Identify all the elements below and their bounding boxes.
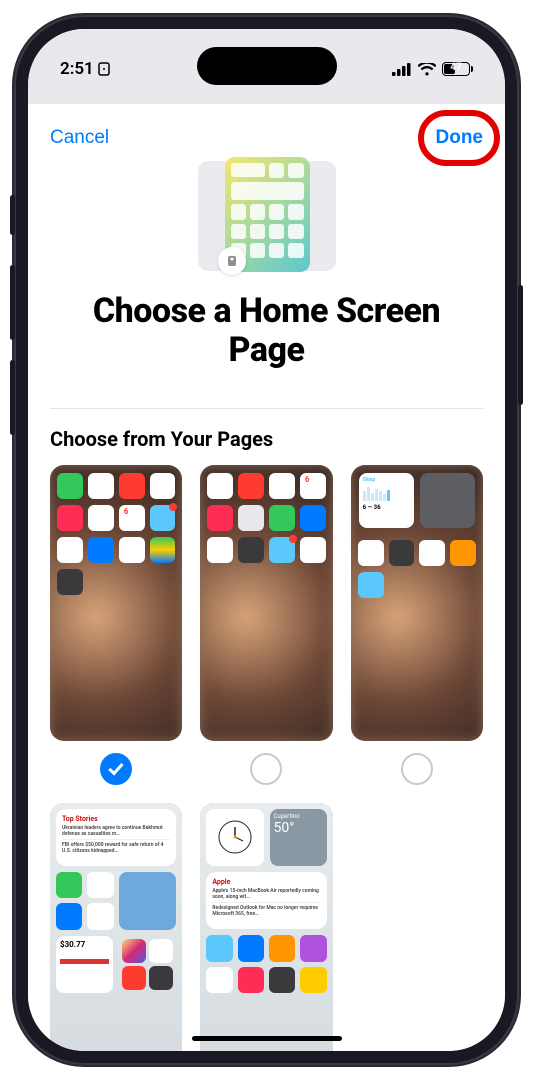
- done-button-label: Done: [436, 127, 484, 148]
- screen: 2:51 47: [28, 29, 505, 1051]
- page-option-1[interactable]: 6: [50, 465, 182, 785]
- battery-pct-label: 47: [443, 62, 469, 73]
- news-widget: Top Stories Ukrainian leaders agree to c…: [56, 809, 176, 866]
- done-button[interactable]: Done: [436, 127, 484, 149]
- weather-widget: Cupertino 50°: [270, 809, 327, 866]
- page-radio[interactable]: [401, 753, 433, 785]
- sheet-header: Cancel Done: [28, 107, 505, 157]
- focus-badge-icon: [218, 247, 246, 275]
- dynamic-island: [197, 47, 337, 85]
- page-option-4[interactable]: Top Stories Ukrainian leaders agree to c…: [50, 803, 182, 1051]
- battery-indicator: 47: [442, 62, 473, 76]
- choose-page-sheet: Cancel Done: [28, 107, 505, 1051]
- pages-grid: 6 6: [28, 465, 505, 1051]
- apple-news-widget: Apple Apple's 15-inch MacBook Air report…: [206, 872, 326, 929]
- status-time: 2:51: [60, 59, 110, 79]
- page-option-3[interactable]: Sleep 6 — 36: [351, 465, 483, 785]
- page-thumbnail: 6: [50, 465, 182, 741]
- home-indicator[interactable]: [192, 1036, 342, 1041]
- wifi-icon: [418, 63, 436, 76]
- page-option-2[interactable]: 6: [200, 465, 332, 785]
- mute-switch: [10, 195, 15, 235]
- page-thumbnail: 6: [200, 465, 332, 741]
- section-header: Choose from Your Pages: [28, 409, 505, 465]
- orientation-lock-icon: [98, 62, 110, 76]
- power-button: [518, 285, 523, 405]
- page-radio-selected[interactable]: [100, 753, 132, 785]
- time-label: 2:51: [60, 59, 94, 79]
- phone-frame: 2:51 47: [14, 15, 519, 1065]
- clock-widget-icon: [206, 809, 263, 866]
- volume-up-button: [10, 265, 15, 340]
- page-thumbnail: Top Stories Ukrainian leaders agree to c…: [50, 803, 182, 1051]
- sheet-title: Choose a Home Screen Page: [48, 287, 485, 390]
- hero-area: Choose a Home Screen Page: [28, 157, 505, 400]
- cellular-icon: [392, 63, 412, 76]
- cancel-button[interactable]: Cancel: [50, 127, 109, 149]
- checkmark-icon: [108, 760, 123, 776]
- page-radio[interactable]: [250, 753, 282, 785]
- volume-down-button: [10, 360, 15, 435]
- status-icons: 47: [392, 62, 473, 76]
- page-thumbnail: Cupertino 50° Apple Apple's 15-inch MacB…: [200, 803, 332, 1051]
- page-option-5[interactable]: Cupertino 50° Apple Apple's 15-inch MacB…: [200, 803, 332, 1051]
- page-thumbnail: Sleep 6 — 36: [351, 465, 483, 741]
- home-screen-pages-icon: [192, 157, 342, 277]
